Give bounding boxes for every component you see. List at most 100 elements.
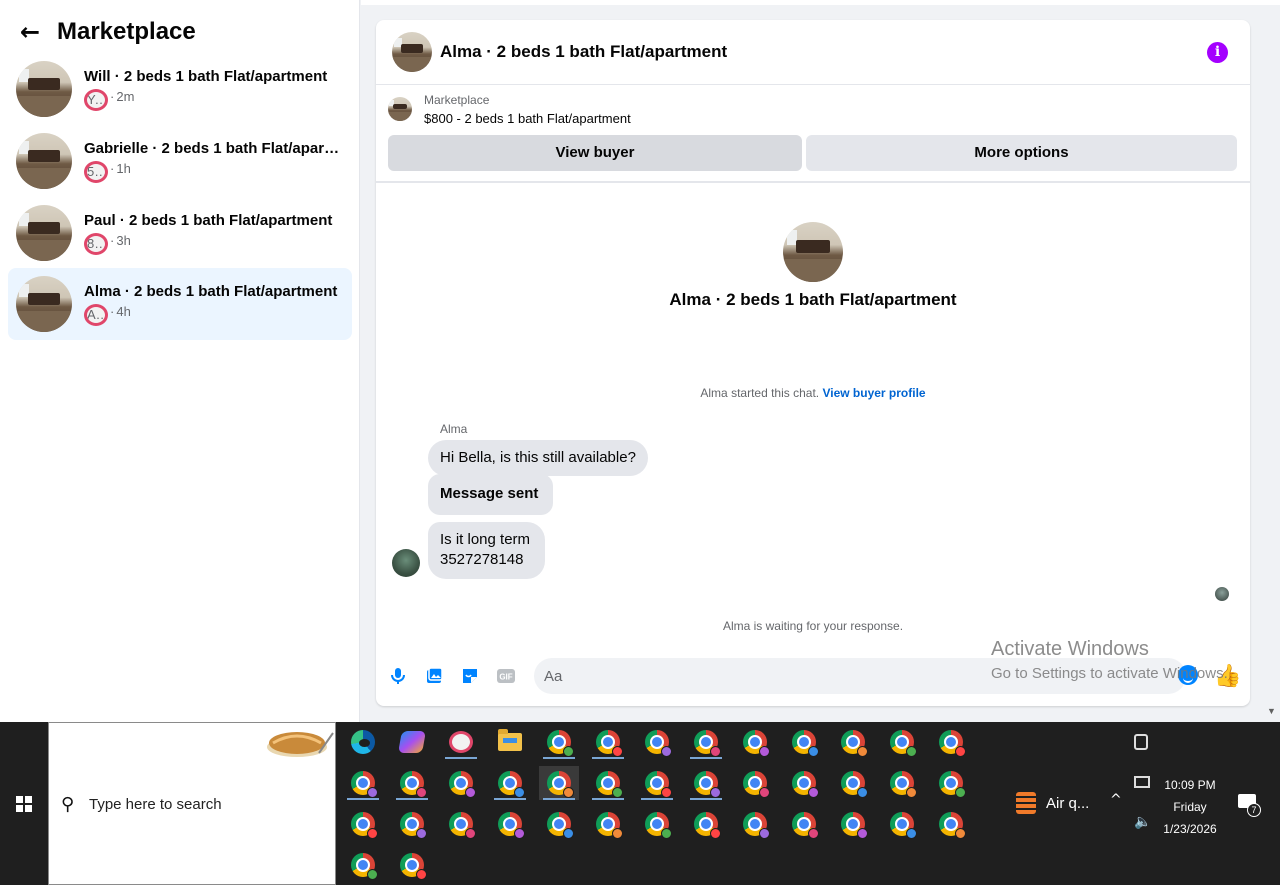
- windows-start-button[interactable]: [0, 722, 48, 885]
- chrome-icon: [400, 812, 427, 839]
- taskbar-app-chrome[interactable]: [343, 766, 383, 800]
- taskbar-app-chrome[interactable]: [784, 807, 824, 841]
- listing-title: $800 - 2 beds 1 bath Flat/apartment: [424, 111, 631, 126]
- chat-panel: Alma · 2 beds 1 bath Flat/apartment i Ma…: [376, 20, 1250, 706]
- taskbar-app-chrome[interactable]: [931, 807, 971, 841]
- chrome-icon: [547, 771, 574, 798]
- conversation-item-alma[interactable]: Alma · 2 beds 1 bath Flat/apartment Alma…: [8, 268, 352, 340]
- view-buyer-profile-link[interactable]: View buyer profile: [822, 386, 925, 400]
- taskbar-app-chrome[interactable]: [735, 807, 775, 841]
- conversation-time: 2m: [116, 88, 135, 104]
- conversation-item-gabrielle[interactable]: Gabrielle · 2 beds 1 bath Flat/apart... …: [8, 125, 352, 197]
- conversation-name: Gabrielle · 2 beds 1 bath Flat/apart...: [84, 139, 340, 157]
- show-hidden-icons-chevron-icon[interactable]: ^: [1110, 792, 1122, 808]
- taskbar-app-chrome[interactable]: [539, 766, 579, 800]
- chrome-icon: [890, 812, 917, 839]
- taskbar-app-chrome[interactable]: [588, 807, 628, 841]
- chrome-icon: [351, 812, 378, 839]
- back-arrow-icon[interactable]: ←: [20, 18, 44, 46]
- taskbar-app-chrome[interactable]: [882, 766, 922, 800]
- chrome-icon: [890, 730, 917, 757]
- file-explorer-icon: [498, 729, 522, 751]
- mic-icon[interactable]: [388, 666, 408, 686]
- more-options-button[interactable]: More options: [806, 135, 1237, 171]
- gif-icon[interactable]: GIF: [496, 666, 516, 686]
- taskbar-app-file-explorer[interactable]: [490, 725, 530, 759]
- message-input[interactable]: [534, 658, 1186, 694]
- taskbar-app-chrome[interactable]: [882, 807, 922, 841]
- taskbar-app-chrome[interactable]: [882, 725, 922, 759]
- taskbar-app-chrome[interactable]: [833, 766, 873, 800]
- taskbar-search-box[interactable]: ⚲ Type here to search: [48, 722, 336, 885]
- taskbar-app-chrome[interactable]: [441, 807, 481, 841]
- listing-thumbnail: [16, 276, 72, 332]
- taskbar-app-chrome[interactable]: [784, 766, 824, 800]
- chrome-icon: [694, 771, 721, 798]
- taskbar-app-chrome[interactable]: [735, 725, 775, 759]
- photo-icon[interactable]: [424, 666, 444, 686]
- taskbar-app-chrome[interactable]: [931, 725, 971, 759]
- conversation-item-paul[interactable]: Paul · 2 beds 1 bath Flat/apartment 8035…: [8, 197, 352, 269]
- taskbar-app-chrome[interactable]: [637, 725, 677, 759]
- listing-summary[interactable]: Marketplace $800 - 2 beds 1 bath Flat/ap…: [388, 93, 631, 126]
- chat-title[interactable]: Alma · 2 beds 1 bath Flat/apartment: [440, 42, 727, 62]
- taskbar-app-chrome[interactable]: [588, 766, 628, 800]
- taskbar-app-edge[interactable]: [343, 725, 383, 759]
- chrome-icon: [841, 812, 868, 839]
- taskbar-app-chrome[interactable]: [637, 766, 677, 800]
- taskbar-app-chrome[interactable]: [490, 766, 530, 800]
- chrome-icon: [792, 730, 819, 757]
- sender-avatar[interactable]: [392, 549, 420, 577]
- search-icon: ⚲: [61, 794, 75, 815]
- listing-category: Marketplace: [424, 93, 490, 107]
- taskbar-app-chrome[interactable]: [833, 807, 873, 841]
- running-indicator: [494, 798, 526, 800]
- info-icon[interactable]: i: [1207, 42, 1228, 63]
- divider: [376, 181, 1250, 183]
- chrome-icon: [645, 771, 672, 798]
- taskbar-app-chrome[interactable]: [343, 848, 383, 882]
- taskbar-app-chrome[interactable]: [392, 848, 432, 882]
- taskbar-app-chrome[interactable]: [686, 807, 726, 841]
- like-icon[interactable]: 👍: [1214, 663, 1241, 689]
- taskbar-app-chrome[interactable]: [441, 766, 481, 800]
- conversation-name: Alma · 2 beds 1 bath Flat/apartment: [84, 282, 338, 300]
- taskbar-app-chrome[interactable]: [392, 807, 432, 841]
- sticker-icon[interactable]: [460, 666, 480, 686]
- taskbar-app-chrome[interactable]: [539, 725, 579, 759]
- taskbar-app-chrome[interactable]: [588, 725, 628, 759]
- volume-icon[interactable]: 🔈: [1134, 814, 1151, 830]
- chat-header-avatar[interactable]: [392, 32, 432, 72]
- chrome-icon: [400, 853, 427, 880]
- running-indicator: [445, 757, 477, 759]
- chrome-icon: [792, 812, 819, 839]
- weather-widget[interactable]: Air q...: [1016, 792, 1089, 814]
- view-buyer-button[interactable]: View buyer: [388, 135, 802, 171]
- conversation-item-will[interactable]: Will · 2 beds 1 bath Flat/apartment You:…: [8, 53, 352, 125]
- taskbar-app-chrome[interactable]: [343, 807, 383, 841]
- taskbar-app-chrome[interactable]: [637, 807, 677, 841]
- network-icon[interactable]: [1134, 776, 1150, 788]
- conversation-name: Will · 2 beds 1 bath Flat/apartment: [84, 67, 328, 85]
- chrome-icon: [596, 812, 623, 839]
- taskbar-app-chrome[interactable]: [686, 725, 726, 759]
- emoji-icon[interactable]: [1178, 665, 1198, 685]
- taskbar-app-snipping-tool[interactable]: [441, 725, 481, 759]
- chat-hero-avatar: [783, 222, 843, 282]
- taskbar-app-chrome[interactable]: [392, 766, 432, 800]
- chrome-icon: [939, 771, 966, 798]
- taskbar-app-copilot[interactable]: [392, 725, 432, 759]
- taskbar-app-chrome[interactable]: [539, 807, 579, 841]
- taskbar-app-chrome[interactable]: [784, 725, 824, 759]
- windows-start-icon: [16, 795, 32, 812]
- taskbar-app-chrome[interactable]: [735, 766, 775, 800]
- system-clock[interactable]: 10:09 PM Friday 1/23/2026: [1150, 774, 1230, 840]
- taskbar-app-chrome[interactable]: [931, 766, 971, 800]
- meet-now-icon[interactable]: [1134, 734, 1148, 750]
- scroll-down-arrow[interactable]: ▼: [1267, 706, 1276, 716]
- message-bubble: Message sent: [428, 474, 554, 515]
- taskbar-app-chrome[interactable]: [686, 766, 726, 800]
- taskbar-app-chrome[interactable]: [833, 725, 873, 759]
- clock-time: 10:09 PM: [1164, 778, 1216, 792]
- taskbar-app-chrome[interactable]: [490, 807, 530, 841]
